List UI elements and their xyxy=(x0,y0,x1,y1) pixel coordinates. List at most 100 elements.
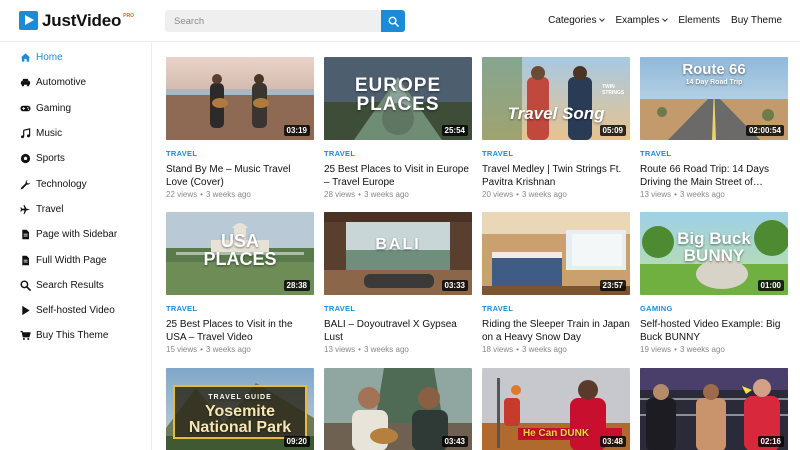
document-icon xyxy=(20,229,31,240)
sidebar-item-technology[interactable]: Technology xyxy=(0,171,151,196)
video-title-link[interactable]: Route 66 Road Trip: 14 Days Driving the … xyxy=(640,163,788,189)
sidebar-item-label: Automotive xyxy=(36,77,87,89)
video-category-link[interactable]: TRAVEL xyxy=(482,149,630,158)
sidebar-item-search-results[interactable]: Search Results xyxy=(0,273,151,298)
wrench-icon xyxy=(20,179,31,190)
nav-item-examples[interactable]: Examples xyxy=(615,15,669,26)
video-card[interactable]: 03:19 TRAVEL Stand By Me – Music Travel Lo… xyxy=(166,57,314,199)
chevron-down-icon xyxy=(662,16,669,22)
video-card[interactable]: BALI 03:33 TRAVEL BALI – Doyoutravel X Gyps… xyxy=(324,212,472,354)
nav-item-categories[interactable]: Categories xyxy=(548,15,606,26)
video-card[interactable]: TRAVEL GUIDE Yosemite National Park 09:20 xyxy=(166,368,314,450)
thumbnail-pretitle: TRAVEL GUIDE xyxy=(208,394,272,401)
nav-item-label: Elements xyxy=(678,15,721,26)
video-thumbnail[interactable]: 03:19 xyxy=(166,57,314,140)
sidebar-item-page-with-sidebar[interactable]: Page with Sidebar xyxy=(0,222,151,247)
video-category-link[interactable]: TRAVEL xyxy=(640,149,788,158)
sidebar-item-label: Home xyxy=(36,52,63,64)
view-count: 19 views xyxy=(640,345,672,354)
thumbnail-title-lines: Big Buck BUNNY xyxy=(677,229,751,265)
thumbnail-title-text: EUROPE PLACES xyxy=(324,76,472,114)
view-count: 13 views xyxy=(324,345,356,354)
video-title-link[interactable]: 25 Best Places to Visit in the USA – Tra… xyxy=(166,318,314,344)
view-count: 15 views xyxy=(166,345,198,354)
video-category-link[interactable]: TRAVEL xyxy=(324,304,472,313)
upload-age: 3 weeks ago xyxy=(205,345,251,354)
search-button[interactable] xyxy=(381,10,405,32)
sidebar-item-travel[interactable]: Travel xyxy=(0,197,151,222)
sidebar-item-label: Travel xyxy=(36,203,64,215)
video-title-link[interactable]: Riding the Sleeper Train in Japan on a H… xyxy=(482,318,630,344)
separator-dot: • xyxy=(200,345,203,354)
thumbnail-title-text: USA PLACES xyxy=(166,232,314,268)
duration-badge: 25:54 xyxy=(441,125,468,136)
view-count: 20 views xyxy=(482,190,514,199)
duration-badge: 09:20 xyxy=(283,436,310,447)
sidebar-item-music[interactable]: Music xyxy=(0,121,151,146)
video-thumbnail[interactable]: TRAVEL GUIDE Yosemite National Park 09:20 xyxy=(166,368,314,450)
video-title-link[interactable]: Self-hosted Video Example: Big Buck BUNN… xyxy=(640,318,788,344)
thumbnail-subtitle: 14 Day Road Trip xyxy=(685,79,743,86)
thumbnail-title-lines: He Can DUNK xyxy=(522,428,590,439)
video-card[interactable]: Route 66 14 Day Road Trip 02:00:54 TRAVEL Ro… xyxy=(640,57,788,199)
sidebar-item-buy-this-theme[interactable]: Buy This Theme xyxy=(0,323,151,348)
sidebar-item-full-width-page[interactable]: Full Width Page xyxy=(0,247,151,272)
video-category-link[interactable]: TRAVEL xyxy=(166,149,314,158)
video-thumbnail[interactable]: Travel Song TWIN STRINGS 05:09 xyxy=(482,57,630,140)
video-thumbnail[interactable]: He Can DUNK 03:48 xyxy=(482,368,630,450)
thumbnail-title-lines: Yosemite National Park xyxy=(188,403,292,436)
video-title-link[interactable]: Stand By Me – Music Travel Love (Cover) xyxy=(166,163,314,189)
video-card[interactable]: 02:16 xyxy=(640,368,788,450)
sidebar-item-self-hosted-video[interactable]: Self-hosted Video xyxy=(0,298,151,323)
sidebar-item-sports[interactable]: Sports xyxy=(0,146,151,171)
video-thumbnail[interactable]: Big Buck BUNNY 01:00 xyxy=(640,212,788,295)
video-meta: 22 views • 3 weeks ago xyxy=(166,190,314,199)
video-card[interactable]: EUROPE PLACES 25:54 TRAVEL 25 Best Places t… xyxy=(324,57,472,199)
video-card[interactable]: 23:57 TRAVEL Riding the Sleeper Train in J… xyxy=(482,212,630,354)
logo[interactable]: JustVideo PRO xyxy=(19,11,134,30)
sidebar-item-label: Search Results xyxy=(36,279,104,291)
duration-badge: 03:33 xyxy=(441,280,468,291)
nav-item-label: Categories xyxy=(548,15,597,26)
video-category-link[interactable]: TRAVEL xyxy=(482,304,630,313)
duration-badge: 01:00 xyxy=(757,280,784,291)
search-input[interactable] xyxy=(165,10,381,32)
video-category-link[interactable]: GAMING xyxy=(640,304,788,313)
video-thumbnail[interactable]: USA PLACES 28:38 xyxy=(166,212,314,295)
duration-badge: 03:48 xyxy=(599,436,626,447)
thumbnail-title-text: Route 66 14 Day Road Trip xyxy=(640,62,788,86)
video-card[interactable]: He Can DUNK 03:48 xyxy=(482,368,630,450)
video-card[interactable]: 03:43 xyxy=(324,368,472,450)
video-title-link[interactable]: BALI – Doyoutravel X Gypsea Lust xyxy=(324,318,472,344)
thumbnail-title-text: Big Buck BUNNY xyxy=(640,230,788,264)
video-thumbnail[interactable]: BALI 03:33 xyxy=(324,212,472,295)
video-card[interactable]: Travel Song TWIN STRINGS 05:09 TRAVEL Travel… xyxy=(482,57,630,199)
duration-badge: 03:19 xyxy=(283,125,310,136)
video-thumbnail[interactable]: EUROPE PLACES 25:54 xyxy=(324,57,472,140)
video-category-link[interactable]: TRAVEL xyxy=(324,149,472,158)
upload-age: 3 weeks ago xyxy=(679,190,725,199)
sidebar-item-home[interactable]: Home xyxy=(0,45,151,70)
video-card[interactable]: USA PLACES 28:38 TRAVEL 25 Best Places to V… xyxy=(166,212,314,354)
nav-item-elements[interactable]: Elements xyxy=(678,15,720,26)
video-title-link[interactable]: Travel Medley | Twin Strings Ft. Pavitra… xyxy=(482,163,630,189)
search-icon xyxy=(388,16,399,27)
video-meta: 28 views • 3 weeks ago xyxy=(324,190,472,199)
video-card[interactable]: Big Buck BUNNY 01:00 GAMING Self-hosted Vid… xyxy=(640,212,788,354)
video-meta: 18 views • 3 weeks ago xyxy=(482,345,630,354)
nav-item-buy-theme[interactable]: Buy Theme xyxy=(731,15,782,26)
separator-dot: • xyxy=(358,345,361,354)
soccer-ball-icon xyxy=(20,153,31,164)
video-thumbnail[interactable]: 03:43 xyxy=(324,368,472,450)
video-thumbnail[interactable]: 02:16 xyxy=(640,368,788,450)
sidebar-item-automotive[interactable]: Automotive xyxy=(0,70,151,95)
sidebar-item-gaming[interactable]: Gaming xyxy=(0,96,151,121)
video-thumbnail[interactable]: Route 66 14 Day Road Trip 02:00:54 xyxy=(640,57,788,140)
search-bar xyxy=(165,10,405,32)
video-title-link[interactable]: 25 Best Places to Visit in Europe – Trav… xyxy=(324,163,472,189)
separator-dot: • xyxy=(674,345,677,354)
video-category-link[interactable]: TRAVEL xyxy=(166,304,314,313)
video-thumbnail[interactable]: 23:57 xyxy=(482,212,630,295)
brand-name: JustVideo xyxy=(42,11,122,30)
video-meta: 19 views • 3 weeks ago xyxy=(640,345,788,354)
